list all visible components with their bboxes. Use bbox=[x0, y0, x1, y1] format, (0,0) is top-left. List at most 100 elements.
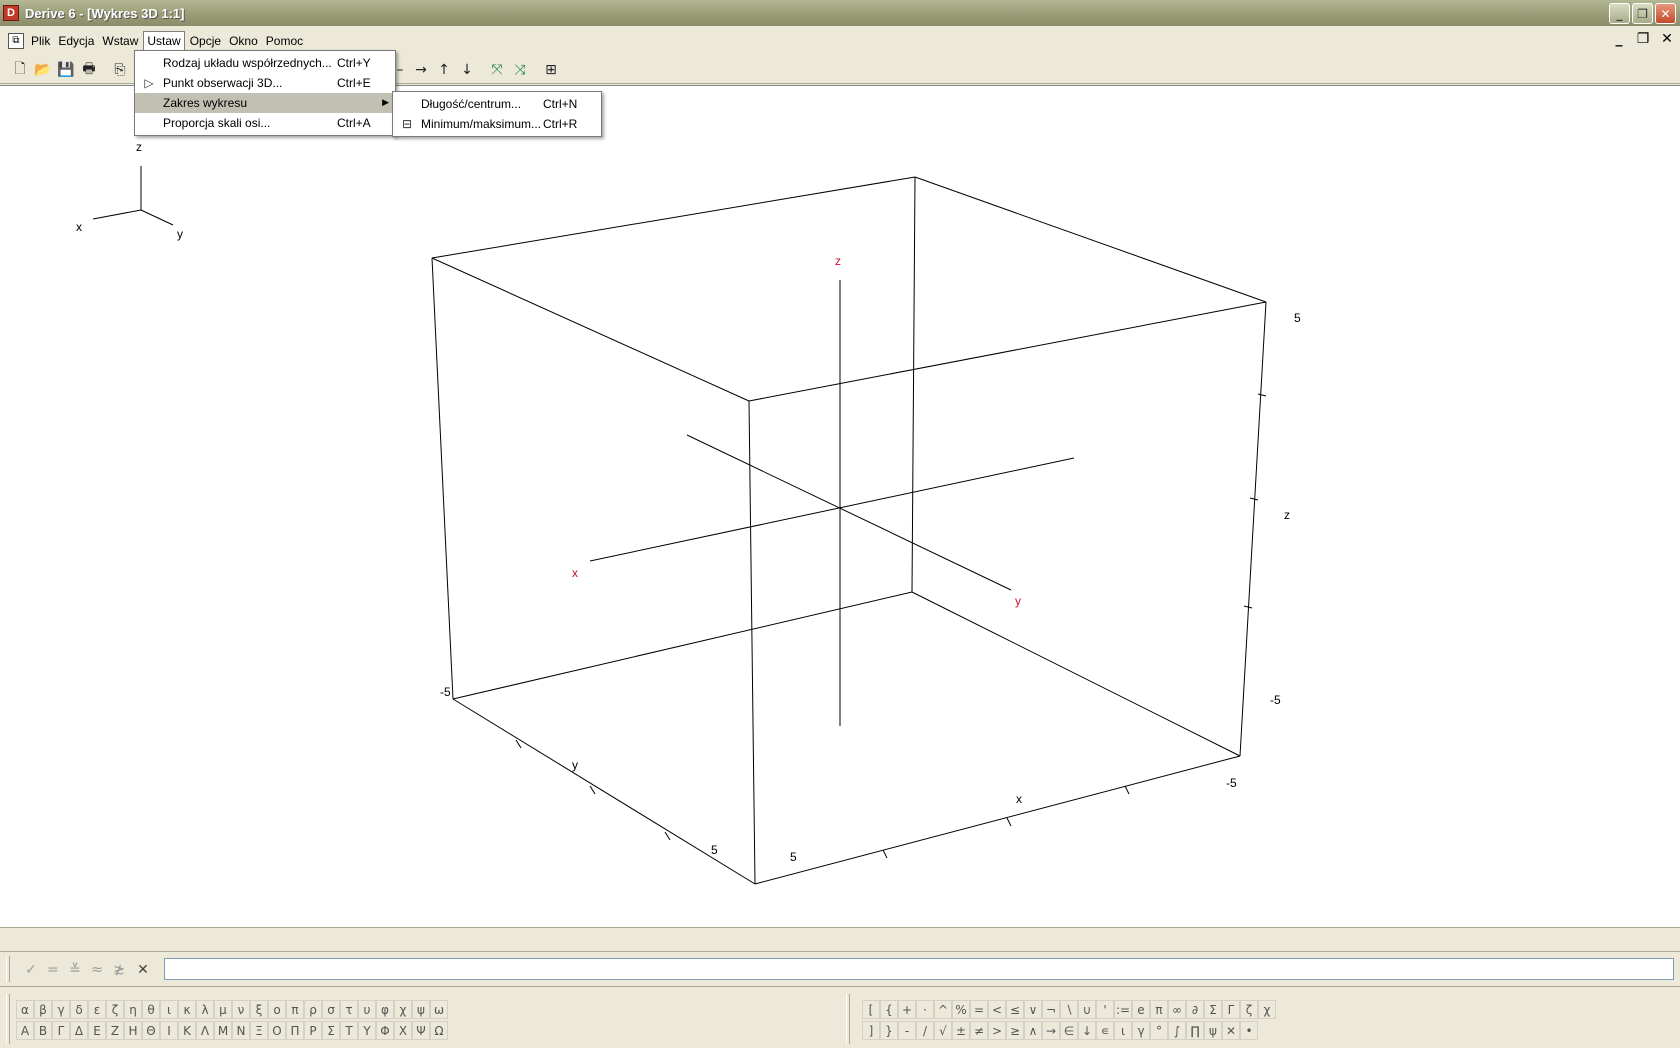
greek-lower-symbol-button[interactable]: γ bbox=[52, 1000, 70, 1019]
menu-edycja[interactable]: Edycja bbox=[55, 32, 97, 50]
open-folder-icon[interactable]: 📂 bbox=[33, 60, 53, 80]
greek-lower-symbol-button[interactable]: ι bbox=[160, 1000, 178, 1019]
greek-upper-symbol-button[interactable]: Α bbox=[16, 1021, 34, 1040]
math-symbol-button[interactable]: √ bbox=[934, 1021, 952, 1040]
math-symbol-button[interactable]: χ bbox=[1258, 1000, 1276, 1019]
math-symbol-button[interactable]: ✕ bbox=[1222, 1021, 1240, 1040]
menu-wstaw[interactable]: Wstaw bbox=[99, 32, 141, 50]
greek-lower-symbol-button[interactable]: ψ bbox=[412, 1000, 430, 1019]
menu-item-punkt-obserwacji[interactable]: ▷ Punkt obserwacji 3D... Ctrl+E bbox=[135, 73, 395, 93]
pan-up-icon[interactable]: ↑ bbox=[434, 60, 454, 80]
greek-upper-symbol-button[interactable]: Φ bbox=[376, 1021, 394, 1040]
greek-lower-symbol-button[interactable]: η bbox=[124, 1000, 142, 1019]
math-symbol-button[interactable]: ι bbox=[1114, 1021, 1132, 1040]
greek-lower-symbol-button[interactable]: χ bbox=[394, 1000, 412, 1019]
math-symbol-button[interactable]: [ bbox=[862, 1000, 880, 1019]
math-symbol-button[interactable]: ∖ bbox=[1060, 1000, 1078, 1019]
mdi-minimize-button[interactable]: _ bbox=[1610, 30, 1628, 48]
greek-lower-symbol-button[interactable]: δ bbox=[70, 1000, 88, 1019]
math-symbol-button[interactable]: ± bbox=[952, 1021, 970, 1040]
copy-icon[interactable]: ⎘ bbox=[110, 60, 130, 80]
menu-pomoc[interactable]: Pomoc bbox=[263, 32, 306, 50]
greek-upper-symbol-button[interactable]: Σ bbox=[322, 1021, 340, 1040]
math-symbol-button[interactable]: / bbox=[916, 1021, 934, 1040]
greek-lower-symbol-button[interactable]: φ bbox=[376, 1000, 394, 1019]
equals-button[interactable]: = bbox=[44, 962, 62, 978]
menu-item-rodzaj-ukladu[interactable]: Rodzaj układu współrzednych... Ctrl+Y bbox=[135, 53, 395, 73]
menu-plik[interactable]: Plik bbox=[28, 32, 53, 50]
greek-lower-symbol-button[interactable]: ο bbox=[268, 1000, 286, 1019]
math-symbol-button[interactable]: := bbox=[1114, 1000, 1132, 1019]
greek-upper-symbol-button[interactable]: Γ bbox=[52, 1021, 70, 1040]
plot-3d-area[interactable]: z x y z x y 5 z -5 -5 y 5 5 x -5 bbox=[0, 85, 1680, 927]
math-symbol-button[interactable]: ^ bbox=[934, 1000, 952, 1019]
zoom-in-icon[interactable]: ⤧ bbox=[487, 60, 507, 80]
greek-upper-symbol-button[interactable]: Η bbox=[124, 1021, 142, 1040]
menu-ustaw[interactable]: Ustaw bbox=[143, 31, 185, 51]
greek-upper-symbol-button[interactable]: Ο bbox=[268, 1021, 286, 1040]
greek-upper-symbol-button[interactable]: Τ bbox=[340, 1021, 358, 1040]
system-menu-icon[interactable]: ⧉ bbox=[8, 33, 24, 49]
greek-lower-symbol-button[interactable]: θ bbox=[142, 1000, 160, 1019]
math-symbol-button[interactable]: ∧ bbox=[1024, 1021, 1042, 1040]
math-symbol-button[interactable]: ≥ bbox=[1006, 1021, 1024, 1040]
math-symbol-button[interactable]: - bbox=[898, 1021, 916, 1040]
math-symbol-button[interactable]: ∏ bbox=[1186, 1021, 1204, 1040]
simplify-button[interactable]: ≚ bbox=[66, 962, 84, 978]
check-button[interactable]: ✓ bbox=[22, 962, 40, 978]
math-toolbar-grip[interactable] bbox=[846, 994, 850, 1044]
greek-upper-symbol-button[interactable]: Ν bbox=[232, 1021, 250, 1040]
math-symbol-button[interactable]: ¬ bbox=[1042, 1000, 1060, 1019]
plot-window-icon[interactable]: ⊞ bbox=[541, 60, 561, 80]
pan-down-icon[interactable]: ↓ bbox=[457, 60, 477, 80]
greek-upper-symbol-button[interactable]: Ι bbox=[160, 1021, 178, 1040]
math-symbol-button[interactable]: • bbox=[1240, 1021, 1258, 1040]
greek-upper-symbol-button[interactable]: Ω bbox=[430, 1021, 448, 1040]
solve-button[interactable]: ≵ bbox=[110, 962, 128, 978]
menu-item-minimum-maksimum[interactable]: ⊟ Minimum/maksimum... Ctrl+R bbox=[393, 114, 601, 134]
math-symbol-button[interactable]: ζ bbox=[1240, 1000, 1258, 1019]
greek-lower-symbol-button[interactable]: μ bbox=[214, 1000, 232, 1019]
menu-item-proporcja-skali[interactable]: Proporcja skali osi... Ctrl+A bbox=[135, 113, 395, 133]
math-symbol-button[interactable]: ∂ bbox=[1186, 1000, 1204, 1019]
menu-item-zakres-wykresu[interactable]: Zakres wykresu ▶ bbox=[135, 93, 395, 113]
math-symbol-button[interactable]: ≠ bbox=[970, 1021, 988, 1040]
restore-button[interactable]: ❐ bbox=[1632, 3, 1653, 24]
toolbar-grip[interactable] bbox=[6, 956, 10, 982]
math-symbol-button[interactable]: ∞ bbox=[1168, 1000, 1186, 1019]
math-symbol-button[interactable]: π bbox=[1150, 1000, 1168, 1019]
math-symbol-button[interactable]: e bbox=[1132, 1000, 1150, 1019]
math-symbol-button[interactable]: + bbox=[898, 1000, 916, 1019]
mdi-close-button[interactable]: ✕ bbox=[1658, 30, 1676, 48]
math-symbol-button[interactable]: ' bbox=[1096, 1000, 1114, 1019]
math-symbol-button[interactable]: = bbox=[970, 1000, 988, 1019]
greek-lower-symbol-button[interactable]: β bbox=[34, 1000, 52, 1019]
new-file-icon[interactable]: 🗋 bbox=[10, 60, 30, 80]
math-symbol-button[interactable]: ≤ bbox=[1006, 1000, 1024, 1019]
greek-upper-symbol-button[interactable]: Μ bbox=[214, 1021, 232, 1040]
derive-app-icon[interactable]: D bbox=[3, 5, 19, 21]
greek-upper-symbol-button[interactable]: Π bbox=[286, 1021, 304, 1040]
greek-lower-symbol-button[interactable]: λ bbox=[196, 1000, 214, 1019]
math-symbol-button[interactable]: γ bbox=[1132, 1021, 1150, 1040]
greek-lower-symbol-button[interactable]: ζ bbox=[106, 1000, 124, 1019]
math-symbol-button[interactable]: ∨ bbox=[1024, 1000, 1042, 1019]
math-symbol-button[interactable]: ° bbox=[1150, 1021, 1168, 1040]
math-symbol-button[interactable]: ∫ bbox=[1168, 1021, 1186, 1040]
greek-upper-symbol-button[interactable]: Θ bbox=[142, 1021, 160, 1040]
greek-upper-symbol-button[interactable]: Δ bbox=[70, 1021, 88, 1040]
greek-lower-symbol-button[interactable]: τ bbox=[340, 1000, 358, 1019]
mdi-restore-button[interactable]: ❐ bbox=[1634, 30, 1652, 48]
approximate-button[interactable]: ≈ bbox=[88, 962, 106, 978]
print-icon[interactable]: 🖶 bbox=[79, 60, 99, 80]
greek-upper-symbol-button[interactable]: Υ bbox=[358, 1021, 376, 1040]
expression-input[interactable] bbox=[164, 958, 1674, 980]
math-symbol-button[interactable]: ∈ bbox=[1060, 1021, 1078, 1040]
math-symbol-button[interactable]: ∊ bbox=[1096, 1021, 1114, 1040]
clear-entry-button[interactable]: ✕ bbox=[134, 962, 152, 978]
greek-upper-symbol-button[interactable]: Λ bbox=[196, 1021, 214, 1040]
greek-upper-symbol-button[interactable]: Ξ bbox=[250, 1021, 268, 1040]
greek-lower-symbol-button[interactable]: ε bbox=[88, 1000, 106, 1019]
greek-upper-symbol-button[interactable]: Κ bbox=[178, 1021, 196, 1040]
menu-opcje[interactable]: Opcje bbox=[187, 32, 224, 50]
